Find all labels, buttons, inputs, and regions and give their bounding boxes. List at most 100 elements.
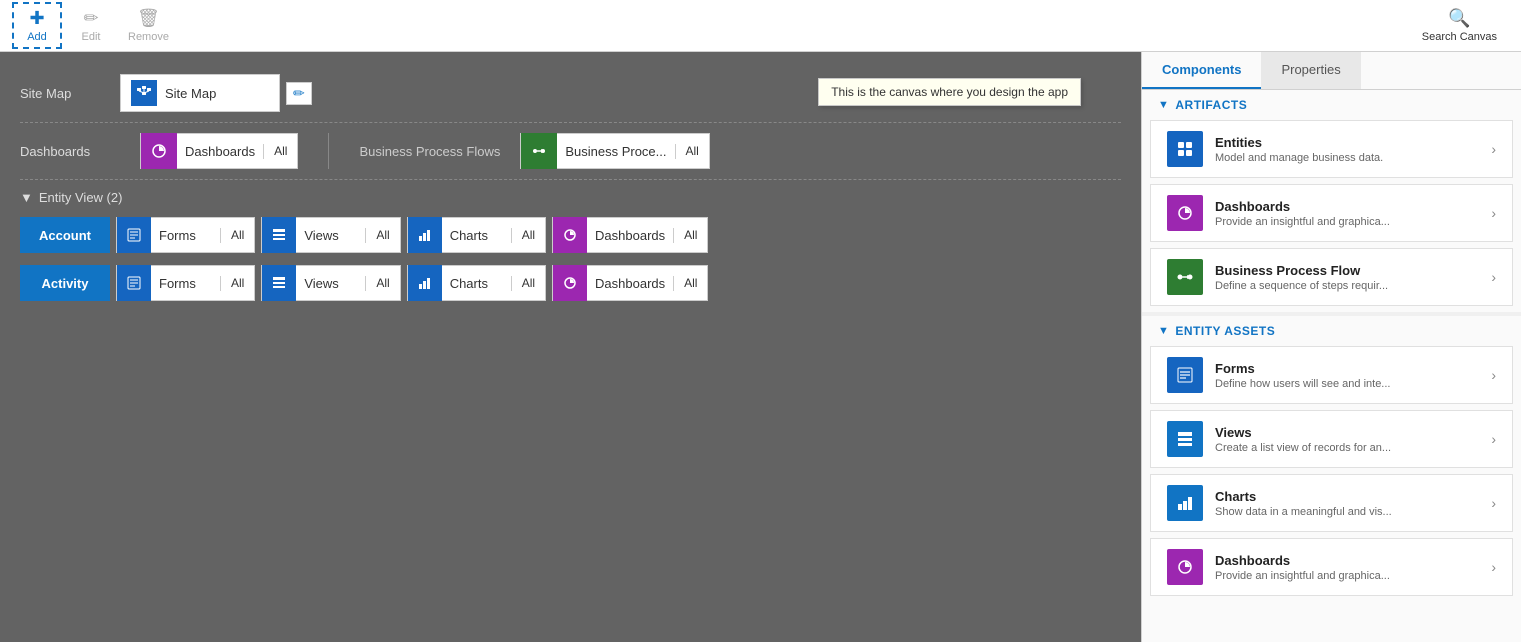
- activity-charts-chip[interactable]: Charts All: [407, 265, 546, 301]
- activity-dashboards-icon: [553, 265, 587, 301]
- panel-content: ▼ ARTIFACTS Entities Model and manage bu…: [1142, 90, 1521, 642]
- artifacts-dashboards-title: Dashboards: [1215, 199, 1491, 214]
- activity-views-all[interactable]: All: [366, 276, 399, 290]
- sitemap-edit-button[interactable]: ✏: [286, 82, 312, 105]
- bpf-comp-text: Business Process Flow Define a sequence …: [1215, 263, 1491, 292]
- account-button[interactable]: Account: [20, 217, 110, 253]
- entity-assets-section-header[interactable]: ▼ ENTITY ASSETS: [1142, 316, 1521, 346]
- comp-item-entity-dashboards[interactable]: Dashboards Provide an insightful and gra…: [1150, 538, 1513, 596]
- entity-dashboards-comp-text: Dashboards Provide an insightful and gra…: [1215, 553, 1491, 582]
- account-views-label: Views: [296, 228, 366, 243]
- panel-tabs: Components Properties: [1142, 52, 1521, 90]
- dashboards-chip[interactable]: Dashboards All: [140, 133, 298, 169]
- account-charts-icon: [408, 217, 442, 253]
- entity-view-label: Entity View (2): [39, 190, 123, 205]
- dashboards-chip-name: Dashboards: [177, 144, 264, 159]
- charts-icon: [1167, 485, 1203, 521]
- charts-comp-desc: Show data in a meaningful and vis...: [1215, 506, 1491, 518]
- views-comp-desc: Create a list view of records for an...: [1215, 442, 1491, 454]
- account-views-icon: [262, 217, 296, 253]
- activity-charts-icon: [408, 265, 442, 301]
- remove-button[interactable]: 🗑 Remove: [116, 4, 181, 47]
- entity-dashboards-comp-desc: Provide an insightful and graphica...: [1215, 570, 1491, 582]
- tab-properties[interactable]: Properties: [1261, 52, 1360, 89]
- entity-view-collapse-icon: ▼: [20, 190, 33, 205]
- artifacts-dashboards-desc: Provide an insightful and graphica...: [1215, 216, 1491, 228]
- account-dashboards-label: Dashboards: [587, 228, 674, 243]
- activity-dashboards-label: Dashboards: [587, 276, 674, 291]
- account-forms-icon: [117, 217, 151, 253]
- account-dashboards-chip[interactable]: Dashboards All: [552, 217, 708, 253]
- account-views-all[interactable]: All: [366, 228, 399, 242]
- comp-item-dashboards[interactable]: Dashboards Provide an insightful and gra…: [1150, 184, 1513, 242]
- search-canvas-label: Search Canvas: [1422, 31, 1497, 43]
- forms-comp-desc: Define how users will see and inte...: [1215, 378, 1491, 390]
- toolbar: ✚ Add ✏ Edit 🗑 Remove 🔍 Search Canvas: [0, 0, 1521, 52]
- activity-dashboards-all[interactable]: All: [674, 276, 707, 290]
- account-views-chip[interactable]: Views All: [261, 217, 400, 253]
- dashboards-row: Dashboards Dashboards All Business Proce…: [20, 123, 1121, 180]
- add-button[interactable]: ✚ Add: [12, 2, 62, 49]
- entity-dashboards-comp-title: Dashboards: [1215, 553, 1491, 568]
- artifacts-collapse-icon: ▼: [1158, 99, 1169, 111]
- activity-forms-all[interactable]: All: [221, 276, 254, 290]
- artifacts-header-label: ARTIFACTS: [1175, 98, 1247, 112]
- activity-forms-label: Forms: [151, 276, 221, 291]
- bpf-comp-title: Business Process Flow: [1215, 263, 1491, 278]
- search-icon: 🔍: [1448, 8, 1470, 29]
- bpf-chip-all[interactable]: All: [676, 134, 709, 168]
- account-dashboards-all[interactable]: All: [674, 228, 707, 242]
- dashboards-chip-all[interactable]: All: [264, 134, 297, 168]
- entity-assets-collapse-icon: ▼: [1158, 325, 1169, 337]
- account-forms-chip[interactable]: Forms All: [116, 217, 255, 253]
- artifacts-dashboards-icon: [1167, 195, 1203, 231]
- entity-dashboards-icon: [1167, 549, 1203, 585]
- activity-button[interactable]: Activity: [20, 265, 110, 301]
- entity-view-header[interactable]: ▼ Entity View (2): [20, 180, 1121, 211]
- sitemap-icon: [131, 80, 157, 106]
- canvas-tooltip: This is the canvas where you design the …: [818, 78, 1081, 106]
- tab-components[interactable]: Components: [1142, 52, 1261, 89]
- activity-views-label: Views: [296, 276, 366, 291]
- bpf-chip-icon: [521, 133, 557, 169]
- search-canvas-button[interactable]: 🔍 Search Canvas: [1410, 4, 1509, 47]
- entities-title: Entities: [1215, 135, 1491, 150]
- activity-charts-all[interactable]: All: [512, 276, 545, 290]
- account-charts-chip[interactable]: Charts All: [407, 217, 546, 253]
- add-icon: ✚: [29, 8, 44, 29]
- comp-item-forms[interactable]: Forms Define how users will see and inte…: [1150, 346, 1513, 404]
- activity-charts-label: Charts: [442, 276, 512, 291]
- row-divider: [328, 133, 329, 169]
- account-label: Account: [39, 228, 91, 243]
- remove-label: Remove: [128, 31, 169, 43]
- entities-chevron: ›: [1491, 141, 1496, 157]
- bpf-chevron: ›: [1491, 269, 1496, 285]
- activity-forms-chip[interactable]: Forms All: [116, 265, 255, 301]
- charts-chevron: ›: [1491, 495, 1496, 511]
- views-chevron: ›: [1491, 431, 1496, 447]
- entities-text: Entities Model and manage business data.: [1215, 135, 1491, 164]
- main-layout: Site Map: [0, 52, 1521, 642]
- forms-icon: [1167, 357, 1203, 393]
- views-comp-title: Views: [1215, 425, 1491, 440]
- charts-comp-title: Charts: [1215, 489, 1491, 504]
- artifacts-section-header[interactable]: ▼ ARTIFACTS: [1142, 90, 1521, 120]
- bpf-label: Business Process Flows: [359, 144, 500, 159]
- forms-chevron: ›: [1491, 367, 1496, 383]
- sitemap-box[interactable]: Site Map: [120, 74, 280, 112]
- entity-dashboards-chevron: ›: [1491, 559, 1496, 575]
- add-label: Add: [27, 31, 47, 43]
- activity-dashboards-chip[interactable]: Dashboards All: [552, 265, 708, 301]
- comp-item-charts[interactable]: Charts Show data in a meaningful and vis…: [1150, 474, 1513, 532]
- comp-item-views[interactable]: Views Create a list view of records for …: [1150, 410, 1513, 468]
- sitemap-name: Site Map: [165, 86, 216, 101]
- right-panel: Components Properties ▼ ARTIFACTS: [1141, 52, 1521, 642]
- account-charts-all[interactable]: All: [512, 228, 545, 242]
- views-comp-text: Views Create a list view of records for …: [1215, 425, 1491, 454]
- bpf-chip[interactable]: Business Proce... All: [520, 133, 710, 169]
- comp-item-bpf[interactable]: Business Process Flow Define a sequence …: [1150, 248, 1513, 306]
- comp-item-entities[interactable]: Entities Model and manage business data.…: [1150, 120, 1513, 178]
- edit-button[interactable]: ✏ Edit: [66, 4, 116, 47]
- account-forms-all[interactable]: All: [221, 228, 254, 242]
- activity-views-chip[interactable]: Views All: [261, 265, 400, 301]
